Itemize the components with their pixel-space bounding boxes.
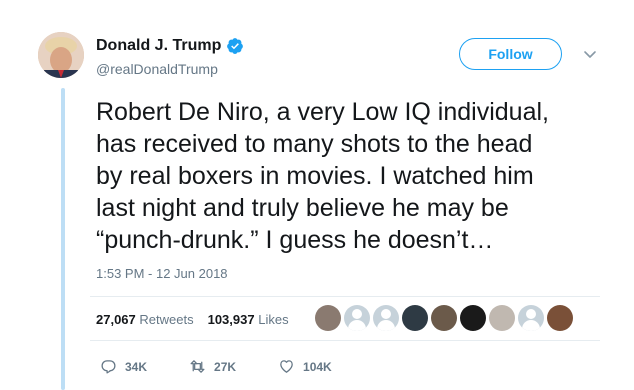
liker-avatar[interactable] bbox=[518, 305, 544, 331]
like-button[interactable]: 104K bbox=[278, 358, 332, 375]
liker-avatar[interactable] bbox=[489, 305, 515, 331]
tweet-actions: 34K 27K 104K bbox=[100, 358, 374, 375]
likes-stat[interactable]: 103,937 Likes bbox=[208, 312, 289, 327]
user-handle[interactable]: @realDonaldTrump bbox=[96, 61, 218, 77]
retweets-stat[interactable]: 27,067 Retweets bbox=[96, 312, 194, 327]
thread-line bbox=[61, 88, 65, 390]
tweet-text: Robert De Niro, a very Low IQ individual… bbox=[96, 98, 549, 254]
engagement-stats: 27,067 Retweets 103,937 Likes bbox=[96, 312, 289, 327]
liker-avatar[interactable] bbox=[373, 305, 399, 331]
chevron-down-icon[interactable] bbox=[582, 46, 598, 62]
reply-icon bbox=[101, 360, 116, 374]
divider bbox=[90, 340, 600, 341]
liker-avatars bbox=[315, 305, 576, 331]
divider bbox=[90, 296, 600, 297]
tweet-timestamp[interactable]: 1:53 PM - 12 Jun 2018 bbox=[96, 266, 228, 281]
likes-label: Likes bbox=[258, 312, 289, 327]
user-name[interactable]: Donald J. Trump bbox=[96, 37, 221, 55]
liker-avatar[interactable] bbox=[547, 305, 573, 331]
retweets-count: 27,067 bbox=[96, 312, 136, 327]
liker-avatar[interactable] bbox=[315, 305, 341, 331]
reply-count: 34K bbox=[125, 359, 148, 374]
heart-icon bbox=[280, 360, 293, 373]
retweet-icon bbox=[190, 360, 205, 373]
like-count: 104K bbox=[303, 359, 332, 374]
liker-avatar[interactable] bbox=[460, 305, 486, 331]
liker-avatar[interactable] bbox=[402, 305, 428, 331]
reply-button[interactable]: 34K bbox=[100, 358, 147, 375]
likes-count: 103,937 bbox=[207, 312, 255, 327]
avatar[interactable] bbox=[38, 32, 84, 78]
verified-badge-icon bbox=[226, 37, 244, 55]
retweets-label: Retweets bbox=[139, 312, 194, 327]
follow-button[interactable]: Follow bbox=[459, 38, 562, 70]
retweet-button[interactable]: 27K bbox=[189, 358, 236, 375]
liker-avatar[interactable] bbox=[344, 305, 370, 331]
user-name-row: Donald J. Trump bbox=[96, 37, 244, 55]
avatar-image bbox=[38, 32, 84, 78]
liker-avatar[interactable] bbox=[431, 305, 457, 331]
retweet-count: 27K bbox=[214, 359, 237, 374]
